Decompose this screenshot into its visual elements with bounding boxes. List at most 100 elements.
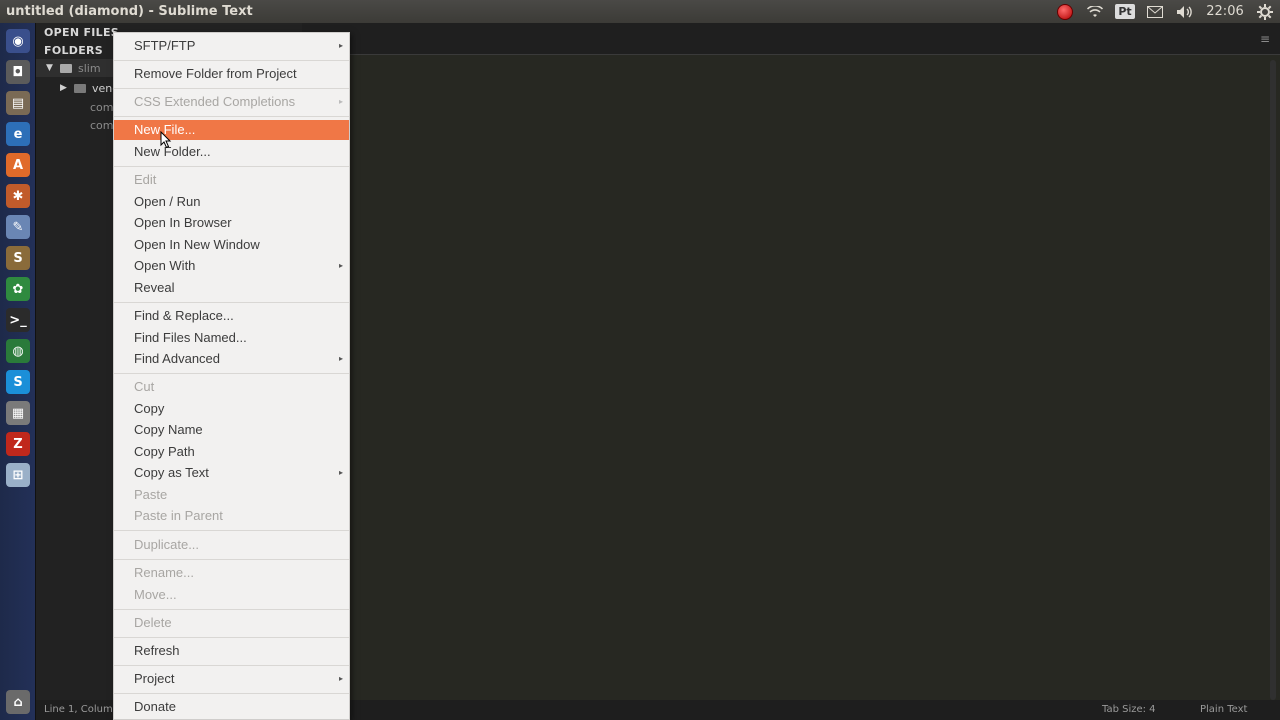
menu-item-find-replace[interactable]: Find & Replace...	[114, 305, 349, 327]
menu-item-copy-name[interactable]: Copy Name	[114, 419, 349, 441]
settings-icon[interactable]: ✱	[6, 184, 30, 208]
sublime-text-icon[interactable]: S	[6, 246, 30, 270]
tree-item-label: slim	[78, 61, 101, 75]
volume-icon[interactable]	[1170, 0, 1200, 23]
menu-item-label: Copy as Text	[134, 465, 209, 480]
menu-item-open-run[interactable]: Open / Run	[114, 191, 349, 213]
menu-item-delete: Delete	[114, 612, 349, 634]
filezilla-icon[interactable]: Z	[6, 432, 30, 456]
menu-item-label: Find & Replace...	[134, 308, 234, 323]
menu-item-label: Find Advanced	[134, 351, 221, 366]
menu-item-find-advanced[interactable]: Find Advanced ▸	[114, 348, 349, 370]
submenu-arrow-icon: ▸	[338, 468, 343, 477]
menu-item-duplicate: Duplicate...	[114, 534, 349, 556]
folder-icon	[60, 63, 72, 73]
tab-menu-icon[interactable]: ≡	[1260, 32, 1270, 46]
clock[interactable]: 22:06	[1200, 0, 1250, 23]
wifi-icon[interactable]	[1080, 0, 1110, 23]
menu-separator	[114, 88, 349, 89]
tree-item-label: com	[90, 100, 114, 114]
minimap-scrollbar[interactable]	[1270, 60, 1276, 700]
menu-separator	[114, 166, 349, 167]
keyboard-layout-label: Pt	[1115, 4, 1135, 19]
terminal-icon[interactable]: >_	[6, 308, 30, 332]
record-indicator-icon[interactable]	[1050, 0, 1080, 23]
menu-item-move: Move...	[114, 584, 349, 606]
menu-item-label: Rename...	[134, 565, 194, 580]
calculator-icon[interactable]: ▦	[6, 401, 30, 425]
menu-separator	[114, 637, 349, 638]
menu-item-label: Duplicate...	[134, 537, 200, 552]
browser-icon[interactable]: e	[6, 122, 30, 146]
menu-item-open-in-new-window[interactable]: Open In New Window	[114, 234, 349, 256]
context-menu: SFTP/FTP ▸ Remove Folder from Project CSS…	[113, 32, 350, 720]
menu-item-label: Paste in Parent	[134, 508, 223, 523]
camera-icon[interactable]: ◘	[6, 60, 30, 84]
tab-bar: ≡	[302, 23, 1280, 55]
dash-home-icon[interactable]: ◉	[6, 29, 30, 53]
menu-item-project[interactable]: Project ▸	[114, 668, 349, 690]
collapsed-triangle-icon[interactable]: ▶	[60, 83, 70, 93]
menu-item-find-files-named[interactable]: Find Files Named...	[114, 327, 349, 349]
launcher: ◉ ◘ ▤ e A ✱ ✎ S ✿ >_ ◍ S ▦ Z ⊞ ⌂	[0, 23, 36, 720]
syntax-mode[interactable]: Plain Text	[1200, 704, 1247, 715]
submenu-arrow-icon: ▸	[338, 261, 343, 270]
menu-item-label: Open / Run	[134, 194, 201, 209]
mouse-pointer-icon	[160, 131, 172, 149]
menu-item-label: Edit	[134, 172, 157, 187]
menu-item-new-file[interactable]: New File...	[114, 120, 349, 140]
gear-icon[interactable]	[1250, 0, 1280, 23]
menu-item-remove-folder[interactable]: Remove Folder from Project	[114, 63, 349, 85]
tab-size[interactable]: Tab Size: 4	[1102, 704, 1156, 715]
menu-item-label: Project	[134, 671, 175, 686]
folders-header: FOLDERS	[44, 44, 104, 57]
text-editor-icon[interactable]: ✎	[6, 215, 30, 239]
menu-item-label: Move...	[134, 587, 177, 602]
menu-item-new-folder[interactable]: New Folder...	[114, 141, 349, 163]
system-tray: Pt 22:06	[1050, 0, 1280, 23]
menu-item-label: CSS Extended Completions	[134, 94, 296, 109]
editor-area[interactable]	[302, 55, 1280, 700]
menu-separator	[114, 559, 349, 560]
top-panel: untitled (diamond) - Sublime Text Pt 22:…	[0, 0, 1280, 23]
submenu-arrow-icon: ▸	[338, 97, 343, 106]
menu-item-paste-in-parent: Paste in Parent	[114, 505, 349, 527]
menu-item-copy-as-text[interactable]: Copy as Text ▸	[114, 462, 349, 484]
menu-item-label: Reveal	[134, 280, 175, 295]
menu-item-label: Cut	[134, 379, 155, 394]
keyboard-layout-indicator[interactable]: Pt	[1110, 0, 1140, 23]
trash-icon[interactable]: ⌂	[6, 690, 30, 714]
menu-item-label: Refresh	[134, 643, 180, 658]
submenu-arrow-icon: ▸	[338, 354, 343, 363]
menu-item-reveal[interactable]: Reveal	[114, 277, 349, 299]
menu-item-label: Open In Browser	[134, 215, 232, 230]
tree-item-label: com	[90, 118, 114, 132]
menu-separator	[114, 60, 349, 61]
menu-item-css-extended-completions: CSS Extended Completions ▸	[114, 91, 349, 113]
menu-item-label: Paste	[134, 487, 168, 502]
menu-item-open-in-browser[interactable]: Open In Browser	[114, 212, 349, 234]
menu-item-sftp-ftp[interactable]: SFTP/FTP ▸	[114, 35, 349, 57]
menu-separator	[114, 116, 349, 117]
files-icon[interactable]: ▤	[6, 91, 30, 115]
window-title: untitled (diamond) - Sublime Text	[6, 4, 253, 19]
software-center-icon[interactable]: A	[6, 153, 30, 177]
menu-item-label: Delete	[134, 615, 172, 630]
menu-item-refresh[interactable]: Refresh	[114, 640, 349, 662]
skype-icon[interactable]: S	[6, 370, 30, 394]
menu-item-label: Remove Folder from Project	[134, 66, 297, 81]
menu-item-label: Donate	[134, 699, 176, 714]
mail-icon[interactable]	[1140, 0, 1170, 23]
menu-separator	[114, 665, 349, 666]
menu-item-donate[interactable]: Donate	[114, 696, 349, 718]
menu-item-copy-path[interactable]: Copy Path	[114, 441, 349, 463]
picasa-icon[interactable]: ✿	[6, 277, 30, 301]
expand-triangle-icon[interactable]: ▼	[46, 63, 56, 73]
menu-item-label: New Folder...	[134, 144, 211, 159]
menu-item-open-with[interactable]: Open With ▸	[114, 255, 349, 277]
globe-icon[interactable]: ◍	[6, 339, 30, 363]
submenu-arrow-icon: ▸	[338, 41, 343, 50]
network-icon[interactable]: ⊞	[6, 463, 30, 487]
menu-item-label: Copy Path	[134, 444, 195, 459]
menu-item-copy[interactable]: Copy	[114, 398, 349, 420]
